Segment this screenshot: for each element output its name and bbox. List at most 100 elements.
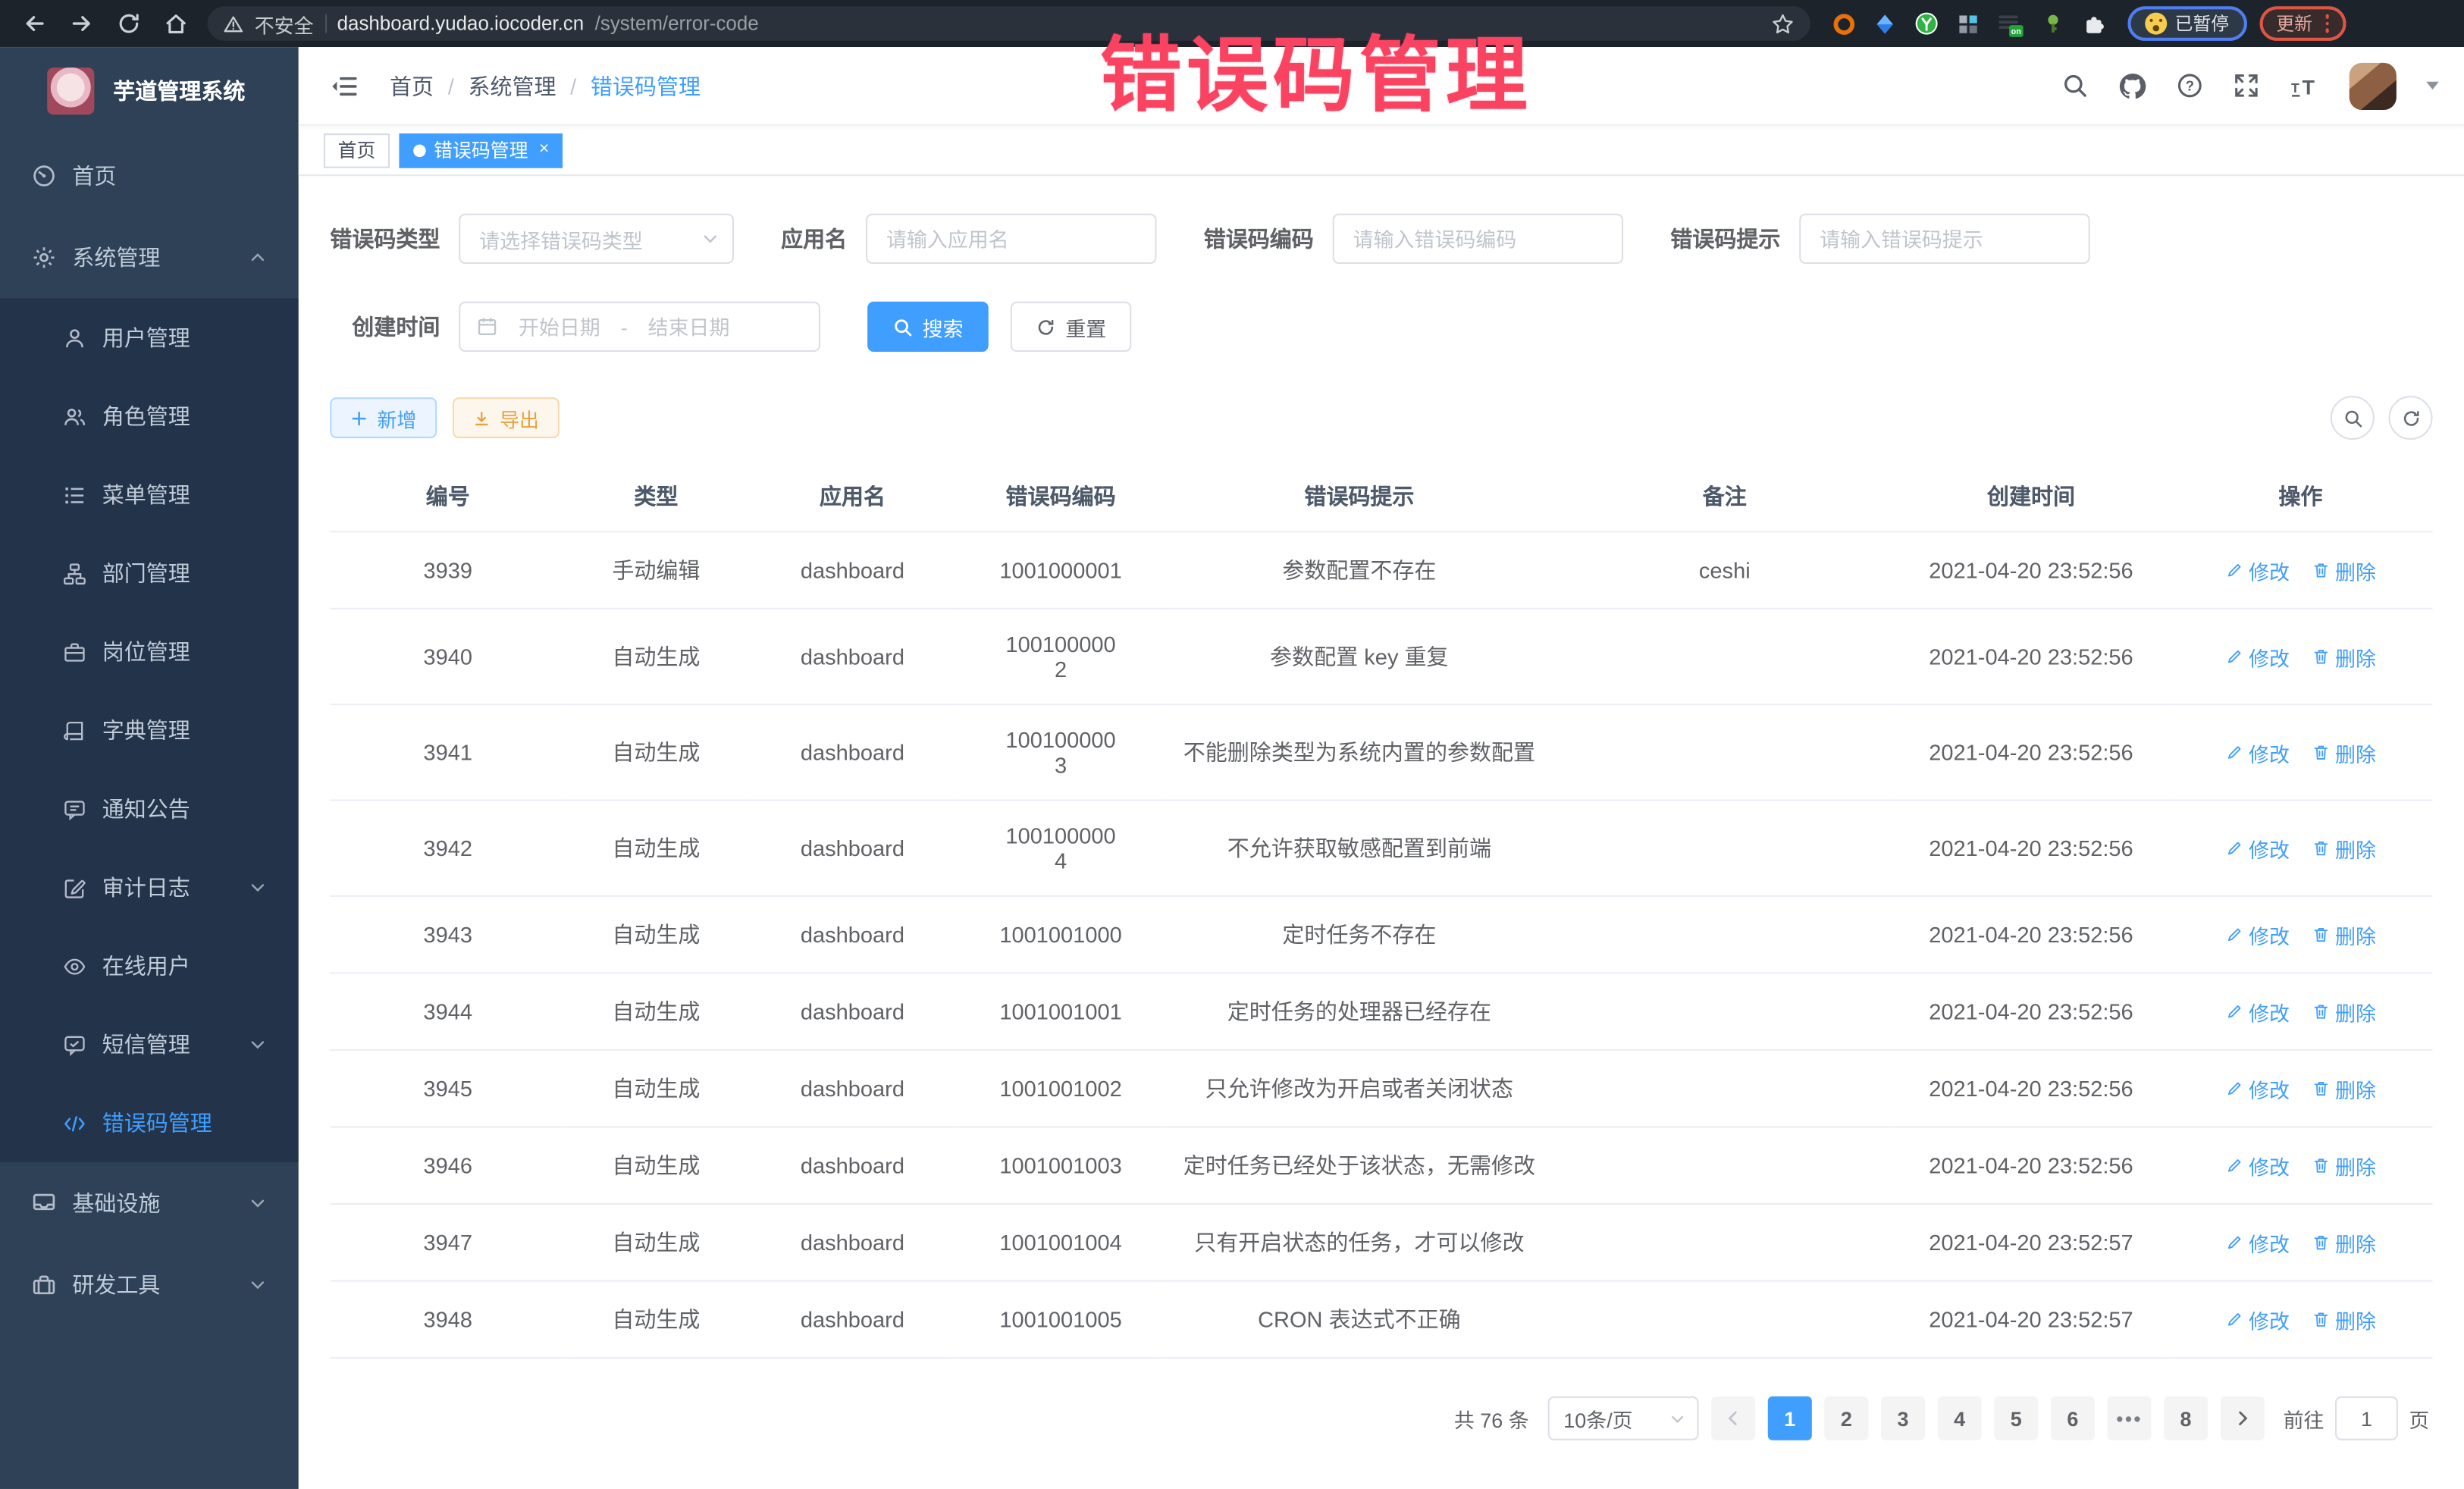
edit-link[interactable]: 修改 (2225, 996, 2290, 1026)
sidebar-item-sms[interactable]: 短信管理 (0, 1005, 299, 1084)
github-icon[interactable] (2118, 71, 2146, 99)
page-jump-input[interactable] (2335, 1397, 2398, 1440)
app-name-field[interactable] (866, 214, 1156, 264)
url-path[interactable]: /system/error-code (595, 13, 759, 35)
delete-link[interactable]: 删除 (2312, 738, 2376, 767)
delete-link[interactable]: 删除 (2312, 996, 2376, 1026)
page-number-button[interactable]: 1 (1768, 1397, 1812, 1440)
edit-link[interactable]: 修改 (2225, 1074, 2290, 1103)
edit-link[interactable]: 修改 (2225, 920, 2290, 949)
sidebar-item-devtools[interactable]: 研发工具 (0, 1244, 299, 1326)
prev-page-button[interactable] (1711, 1397, 1755, 1440)
fullscreen-icon[interactable] (2233, 72, 2259, 99)
edit-link[interactable]: 修改 (2225, 1227, 2290, 1257)
browser-update-button[interactable]: 更新 (2259, 6, 2346, 41)
url-host[interactable]: dashboard.yudao.iocoder.cn (337, 13, 585, 35)
error-code-input[interactable] (1353, 227, 1603, 250)
sidebar-item-system[interactable]: 系统管理 (0, 217, 299, 299)
end-date-input[interactable] (640, 315, 738, 338)
font-size-icon[interactable]: TT (2290, 72, 2319, 99)
search-icon[interactable] (2061, 72, 2088, 99)
column-header-msg[interactable]: 错误码提示 (1163, 462, 1556, 531)
page-number-button[interactable]: 2 (1824, 1397, 1868, 1440)
export-button[interactable]: 导出 (453, 397, 560, 438)
sidebar-item-audit-log[interactable]: 审计日志 (0, 848, 299, 927)
column-header-code[interactable]: 错误码编码 (958, 462, 1162, 531)
browser-forward-icon[interactable] (69, 11, 94, 36)
reset-button[interactable]: 重置 (1011, 302, 1132, 352)
edit-link[interactable]: 修改 (2225, 1305, 2290, 1334)
app-name-input[interactable] (886, 227, 1136, 250)
page-number-button[interactable]: 3 (1881, 1397, 1925, 1440)
page-size-select[interactable]: 10条/页 (1548, 1397, 1699, 1440)
help-icon[interactable]: ? (2177, 72, 2203, 99)
show-search-button[interactable] (2331, 396, 2375, 440)
edit-link[interactable]: 修改 (2225, 1151, 2290, 1180)
browser-home-icon[interactable] (164, 11, 189, 36)
extension-on-badge-icon[interactable]: on (1997, 10, 2024, 36)
date-range-picker[interactable]: - (459, 302, 820, 352)
extensions-puzzle-icon[interactable] (2082, 12, 2105, 36)
browser-back-icon[interactable] (22, 11, 47, 36)
profile-paused-chip[interactable]: 已暂停 (2127, 6, 2246, 41)
delete-link[interactable]: 删除 (2312, 1074, 2376, 1103)
sidebar-toggle-icon[interactable] (324, 71, 365, 99)
sidebar-item-online-users[interactable]: 在线用户 (0, 926, 299, 1005)
page-number-button[interactable]: 4 (1938, 1397, 1982, 1440)
edit-link[interactable]: 修改 (2225, 738, 2290, 767)
page-number-button[interactable]: 6 (2051, 1397, 2095, 1440)
column-header-remark[interactable]: 备注 (1556, 462, 1894, 531)
extension-key-icon[interactable] (2041, 12, 2064, 36)
column-header-app[interactable]: 应用名 (747, 462, 959, 531)
error-type-select[interactable]: 请选择错误码类型 (459, 214, 734, 264)
extension-grid-icon[interactable] (1957, 12, 1980, 36)
search-button[interactable]: 搜索 (867, 302, 989, 352)
page-number-button[interactable]: 5 (1994, 1397, 2038, 1440)
edit-link[interactable]: 修改 (2225, 641, 2290, 671)
delete-link[interactable]: 删除 (2312, 1151, 2376, 1180)
sidebar-item-posts[interactable]: 岗位管理 (0, 613, 299, 691)
user-avatar[interactable] (2350, 62, 2397, 109)
sidebar-item-departments[interactable]: 部门管理 (0, 534, 299, 613)
edit-link[interactable]: 修改 (2225, 833, 2290, 863)
edit-link[interactable]: 修改 (2225, 555, 2290, 585)
browser-menu-icon[interactable] (2325, 14, 2329, 33)
page-ellipsis[interactable]: ••• (2107, 1397, 2151, 1440)
sidebar-item-error-code[interactable]: 错误码管理 (0, 1083, 299, 1162)
browser-reload-icon[interactable] (116, 11, 141, 36)
next-page-button[interactable] (2221, 1397, 2265, 1440)
sidebar-item-dict[interactable]: 字典管理 (0, 691, 299, 770)
error-hint-input[interactable] (1820, 227, 2070, 250)
delete-link[interactable]: 删除 (2312, 1227, 2376, 1257)
sidebar-item-notice[interactable]: 通知公告 (0, 770, 299, 848)
delete-link[interactable]: 删除 (2312, 920, 2376, 949)
sidebar-item-menus[interactable]: 菜单管理 (0, 456, 299, 534)
column-header-id[interactable]: 编号 (330, 462, 566, 531)
delete-link[interactable]: 删除 (2312, 555, 2376, 585)
sidebar-item-roles[interactable]: 角色管理 (0, 377, 299, 456)
sidebar-item-users[interactable]: 用户管理 (0, 299, 299, 378)
error-code-field[interactable] (1333, 214, 1623, 264)
breadcrumb-home[interactable]: 首页 (390, 70, 434, 101)
address-bar[interactable]: 不安全 dashboard.yudao.iocoder.cn/system/er… (208, 6, 1810, 41)
column-header-created[interactable]: 创建时间 (1894, 462, 2169, 531)
start-date-input[interactable] (511, 315, 609, 338)
page-number-button[interactable]: 8 (2164, 1397, 2208, 1440)
bookmark-star-icon[interactable] (1771, 12, 1795, 36)
column-header-type[interactable]: 类型 (566, 462, 746, 531)
tag-home[interactable]: 首页 (324, 133, 390, 168)
delete-link[interactable]: 删除 (2312, 641, 2376, 671)
delete-link[interactable]: 删除 (2312, 1305, 2376, 1334)
tag-error-code[interactable]: 错误码管理 × (399, 133, 563, 168)
sidebar-item-infra[interactable]: 基础设施 (0, 1162, 299, 1244)
extension-gem-icon[interactable] (1873, 12, 1897, 36)
tag-close-icon[interactable]: × (539, 141, 549, 158)
refresh-table-button[interactable] (2389, 396, 2433, 440)
add-button[interactable]: 新增 (330, 397, 437, 438)
sidebar-item-home[interactable]: 首页 (0, 135, 299, 217)
error-hint-field[interactable] (1799, 214, 2089, 264)
extension-orange-icon[interactable] (1832, 12, 1856, 36)
sidebar-logo[interactable]: 芋道管理系统 (0, 47, 299, 135)
security-label[interactable]: 不安全 (255, 8, 314, 38)
avatar-caret-icon[interactable] (2426, 82, 2439, 89)
